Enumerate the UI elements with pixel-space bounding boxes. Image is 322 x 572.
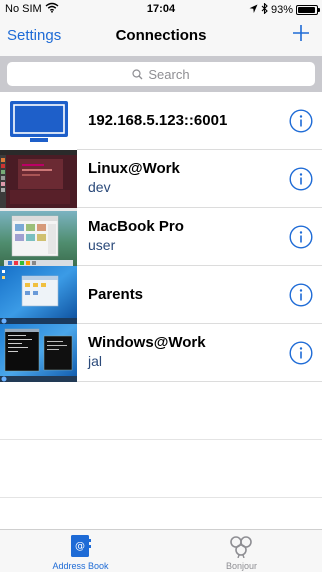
location-icon: [249, 4, 258, 17]
bonjour-icon: [229, 534, 253, 559]
search-input[interactable]: Search: [7, 62, 315, 86]
tab-bar: @ Address Book Bonjour: [0, 529, 322, 572]
connection-row[interactable]: Parents: [0, 266, 322, 324]
search-icon: [132, 68, 143, 79]
info-icon: [289, 167, 313, 191]
connection-name: MacBook Pro: [88, 218, 184, 235]
connection-user: dev: [88, 179, 111, 195]
connection-thumbnail: [0, 324, 77, 382]
tab-address-book[interactable]: @ Address Book: [0, 530, 161, 572]
info-icon: [289, 109, 313, 133]
windows-desktop-thumbnail: [0, 266, 77, 324]
connection-name: Parents: [88, 286, 144, 303]
battery-icon: [296, 5, 320, 15]
info-button[interactable]: [289, 167, 313, 191]
connection-name: Linux@Work: [88, 160, 180, 177]
mac-desktop-thumbnail: [0, 208, 77, 266]
connection-name: 192.168.5.123::6001: [88, 112, 228, 129]
plus-icon: [293, 25, 309, 41]
info-button[interactable]: [289, 283, 313, 307]
info-button[interactable]: [289, 341, 313, 365]
monitor-icon: [10, 101, 68, 142]
connection-name: Windows@Work: [88, 334, 206, 351]
page-title: Connections: [115, 27, 207, 44]
connection-thumbnail: [0, 150, 77, 208]
add-connection-button[interactable]: [290, 22, 312, 44]
empty-row: [0, 440, 322, 498]
connection-thumbnail: [0, 208, 77, 266]
tab-label: Address Book: [52, 561, 109, 571]
info-icon: [289, 283, 313, 307]
status-bar: No SIM 17:04 93%: [0, 0, 322, 18]
connection-row[interactable]: Windows@Work jal: [0, 324, 322, 382]
connection-user: user: [88, 237, 116, 253]
search-area: Search: [0, 56, 322, 92]
windows-desktop-thumbnail: [0, 324, 77, 382]
svg-text:@: @: [75, 541, 85, 552]
empty-row: [0, 382, 322, 440]
connection-list: 192.168.5.123::6001 Linux@Work dev MacBo…: [0, 92, 322, 498]
info-icon: [289, 341, 313, 365]
connection-row[interactable]: Linux@Work dev: [0, 150, 322, 208]
info-button[interactable]: [289, 109, 313, 133]
tab-label: Bonjour: [225, 561, 258, 571]
navigation-bar: Settings Connections: [0, 18, 322, 56]
info-button[interactable]: [289, 225, 313, 249]
search-placeholder: Search: [148, 66, 190, 82]
battery-percent: 93%: [270, 4, 293, 16]
connection-thumbnail: [0, 92, 77, 150]
address-book-icon: @: [68, 534, 92, 558]
linux-desktop-thumbnail: [0, 150, 77, 208]
info-icon: [289, 225, 313, 249]
connection-row[interactable]: MacBook Pro user: [0, 208, 322, 266]
connection-thumbnail: [0, 266, 77, 324]
connection-user: jal: [88, 353, 103, 369]
tab-bonjour[interactable]: Bonjour: [161, 530, 322, 572]
bluetooth-icon: [261, 2, 268, 17]
connection-row[interactable]: 192.168.5.123::6001: [0, 92, 322, 150]
